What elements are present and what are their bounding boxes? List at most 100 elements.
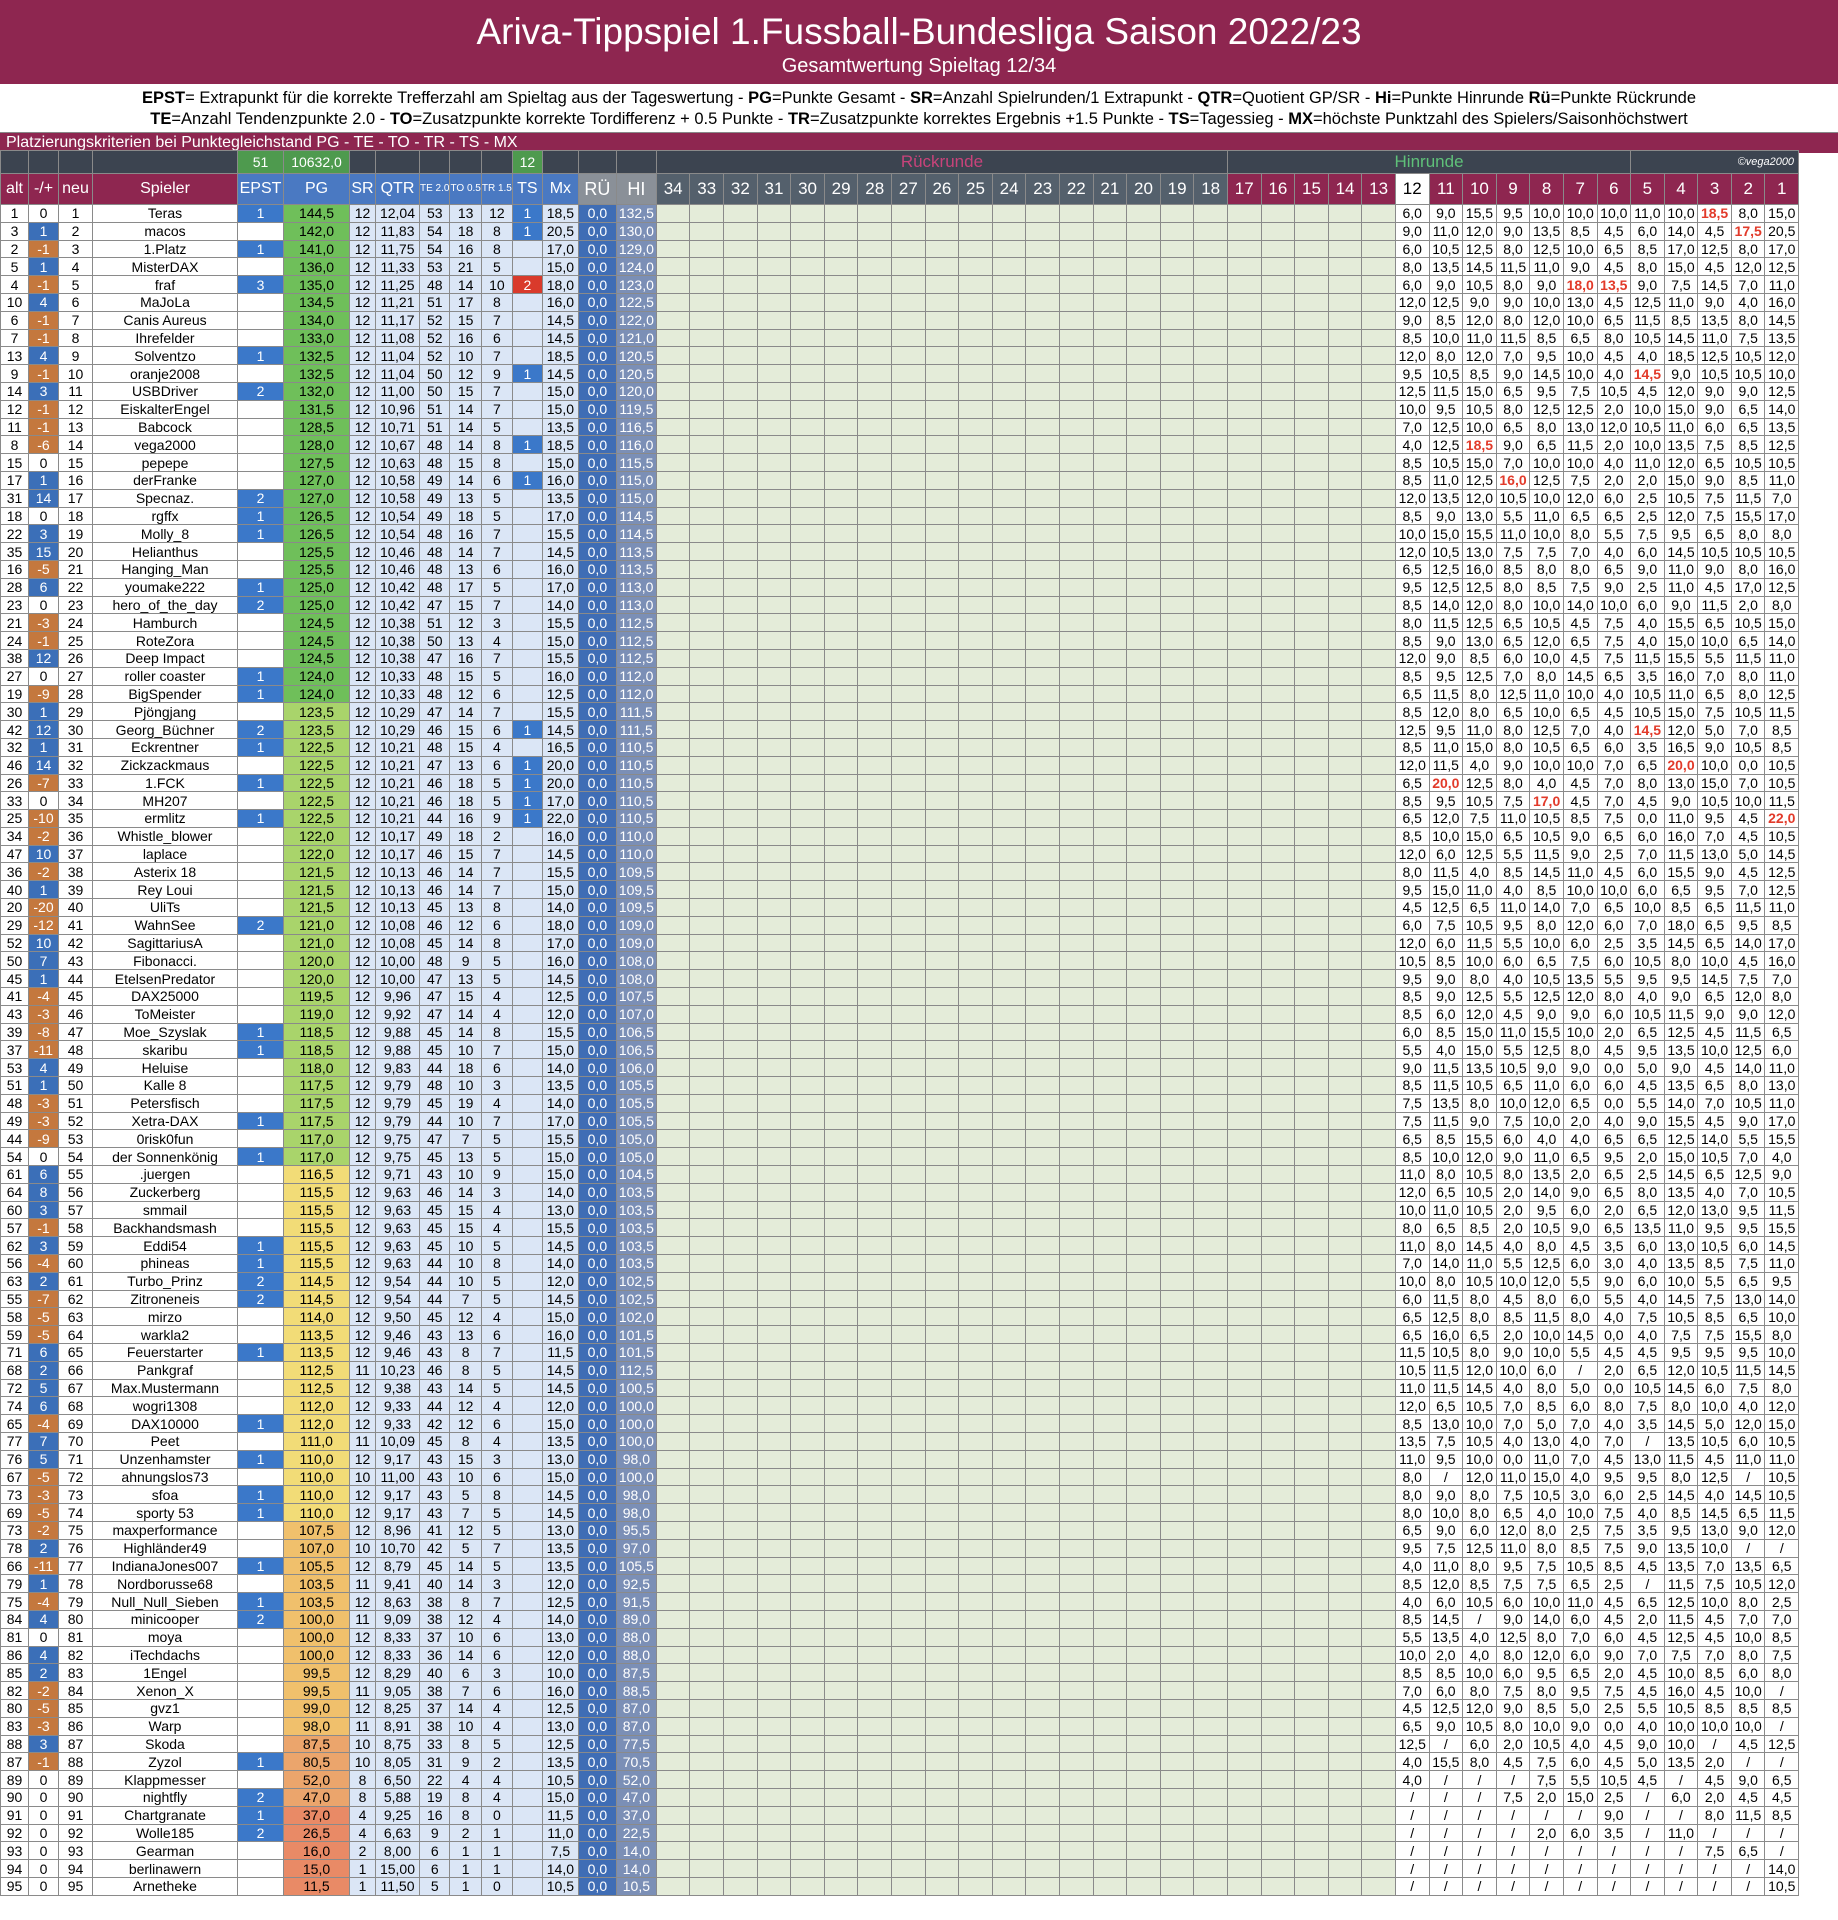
cell-matchday-empty bbox=[1226, 1627, 1262, 1647]
table-row: 3 1 2 macos 142,0 12 11,83 54 18 8 1 20,5 0,0 130,0 9,… bbox=[0, 221, 1800, 241]
cell-matchday-points: / bbox=[1663, 1770, 1699, 1789]
cell-matchday-empty bbox=[1092, 648, 1128, 668]
cell-te: 50 bbox=[418, 631, 451, 650]
cell-matchday-points: 0,0 bbox=[1596, 1716, 1632, 1736]
cell-matchday-empty bbox=[1260, 346, 1296, 366]
table-row: 51 1 50 Kalle 8 117,5 12 9,79 48 10 3 13,5 0,0 105,5… bbox=[0, 1076, 1800, 1095]
cell-matchday-empty bbox=[689, 631, 725, 650]
cell-player: Moe_Szyslak bbox=[92, 1022, 238, 1042]
cell-player: maxperformance bbox=[92, 1520, 238, 1540]
cell-matchday-empty bbox=[756, 381, 792, 401]
cell-ts bbox=[511, 1254, 543, 1273]
cell-matchday-empty bbox=[1126, 1485, 1161, 1505]
cell-matchday-empty bbox=[1327, 1663, 1363, 1683]
cell-matchday-points: 10,5 bbox=[1764, 1467, 1800, 1487]
cell-matchday-empty bbox=[891, 1360, 926, 1380]
cell-matchday-empty bbox=[991, 1805, 1027, 1825]
cell-matchday-points: 7,5 bbox=[1529, 1752, 1564, 1772]
cell-matchday-empty bbox=[655, 1734, 691, 1754]
cell-ru: 0,0 bbox=[577, 275, 617, 294]
cell-matchday-points: 11,0 bbox=[1663, 577, 1699, 597]
cell-player: sporty 53 bbox=[92, 1503, 238, 1522]
cell-ts bbox=[511, 292, 543, 312]
cell-pg: 121,5 bbox=[283, 862, 350, 882]
cell-ts bbox=[511, 666, 543, 686]
cell-matchday-empty bbox=[891, 755, 926, 775]
cell-matchday-empty bbox=[655, 1307, 691, 1327]
cell-ru: 0,0 bbox=[577, 755, 617, 775]
cell-matchday-empty bbox=[1025, 1538, 1060, 1558]
cell-player: Skoda bbox=[92, 1734, 238, 1754]
cell-matchday-empty bbox=[689, 666, 725, 686]
cell-matchday-points: 11,5 bbox=[1764, 791, 1800, 811]
cell-matchday-points: 13,5 bbox=[1663, 1538, 1699, 1558]
cell-epst bbox=[237, 844, 284, 864]
cell-hi: 87,5 bbox=[615, 1663, 657, 1683]
cell-matchday-empty bbox=[1226, 862, 1262, 882]
cell-hi: 102,5 bbox=[615, 1271, 657, 1291]
cell-ru: 0,0 bbox=[577, 488, 617, 508]
cell-matchday-points: 4,0 bbox=[1630, 613, 1665, 633]
cell-matchday-empty bbox=[1361, 613, 1396, 633]
cell-matchday-points: 11,5 bbox=[1630, 648, 1665, 668]
cell-matchday-points: 11,0 bbox=[1764, 275, 1800, 294]
header-matchday: 33 bbox=[689, 173, 725, 205]
cell-matchday-points: 11,5 bbox=[1764, 702, 1800, 722]
cell-ru: 0,0 bbox=[577, 1805, 617, 1825]
cell-te: 48 bbox=[418, 542, 451, 561]
cell-ts bbox=[511, 595, 543, 615]
cell-matchday-empty bbox=[1226, 257, 1262, 277]
cell-matchday-empty bbox=[655, 292, 691, 312]
cell-matchday-empty bbox=[1327, 1467, 1363, 1487]
cell-matchday-points: 9,0 bbox=[1697, 381, 1732, 401]
cell-matchday-empty bbox=[958, 755, 993, 775]
cell-matchday-points: 9,0 bbox=[1764, 1165, 1800, 1184]
cell-matchday-empty bbox=[723, 435, 758, 455]
cell-matchday-points: 8,0 bbox=[1495, 239, 1531, 259]
cell-matchday-empty bbox=[991, 1449, 1027, 1469]
cell-tr: 2 bbox=[480, 826, 513, 846]
cell-matchday-empty bbox=[823, 1111, 859, 1131]
cell-te: 54 bbox=[418, 221, 451, 241]
cell-matchday-empty bbox=[1025, 631, 1060, 650]
cell-matchday-empty bbox=[891, 524, 926, 544]
cell-neu: 6 bbox=[58, 292, 93, 312]
cell-matchday-points: 8,0 bbox=[1663, 1396, 1699, 1416]
header-matchday: 11 bbox=[1428, 173, 1464, 205]
cell-matchday-points: 6,5 bbox=[1764, 1022, 1800, 1042]
cell-matchday-points: 10,5 bbox=[1428, 239, 1464, 259]
cell-mx: 12,5 bbox=[541, 1698, 579, 1718]
cell-matchday-empty bbox=[1126, 239, 1161, 259]
cell-player: Nordborusse68 bbox=[92, 1574, 238, 1594]
cell-matchday-empty bbox=[958, 1841, 993, 1861]
cell-matchday-empty bbox=[1327, 1770, 1363, 1789]
cell-mx: 14,0 bbox=[541, 1058, 579, 1078]
cell-matchday-points: 9,5 bbox=[1428, 791, 1464, 811]
cell-matchday-empty bbox=[958, 559, 993, 579]
cell-matchday-points: / bbox=[1394, 1841, 1430, 1861]
cell-matchday-empty bbox=[1025, 239, 1060, 259]
cell-alt: 76 bbox=[0, 1449, 29, 1469]
cell-delta: -9 bbox=[28, 1129, 59, 1149]
cell-matchday-empty bbox=[823, 1147, 859, 1167]
cell-matchday-empty bbox=[857, 1040, 893, 1060]
cell-matchday-empty bbox=[991, 488, 1027, 508]
cell-matchday-empty bbox=[1294, 470, 1329, 490]
cell-matchday-points: 16,0 bbox=[1663, 826, 1699, 846]
cell-matchday-empty bbox=[857, 1396, 893, 1416]
cell-player: Asterix 18 bbox=[92, 862, 238, 882]
cell-matchday-points: 5,5 bbox=[1562, 1770, 1598, 1789]
cell-matchday-empty bbox=[1327, 1040, 1363, 1060]
cell-matchday-points: 2,0 bbox=[1562, 1165, 1598, 1184]
cell-matchday-empty bbox=[1025, 1307, 1060, 1327]
cell-matchday-empty bbox=[689, 1076, 725, 1095]
cell-player: Whistle_blower bbox=[92, 826, 238, 846]
cell-matchday-empty bbox=[1092, 1770, 1128, 1789]
cell-matchday-empty bbox=[756, 755, 792, 775]
cell-matchday-points: 4,0 bbox=[1495, 1236, 1531, 1256]
cell-matchday-empty bbox=[1327, 987, 1363, 1006]
cell-epst: 2 bbox=[237, 915, 284, 935]
cell-matchday-points: / bbox=[1495, 1823, 1531, 1843]
cell-matchday-empty bbox=[1126, 1343, 1161, 1362]
cell-matchday-empty bbox=[1260, 1236, 1296, 1256]
